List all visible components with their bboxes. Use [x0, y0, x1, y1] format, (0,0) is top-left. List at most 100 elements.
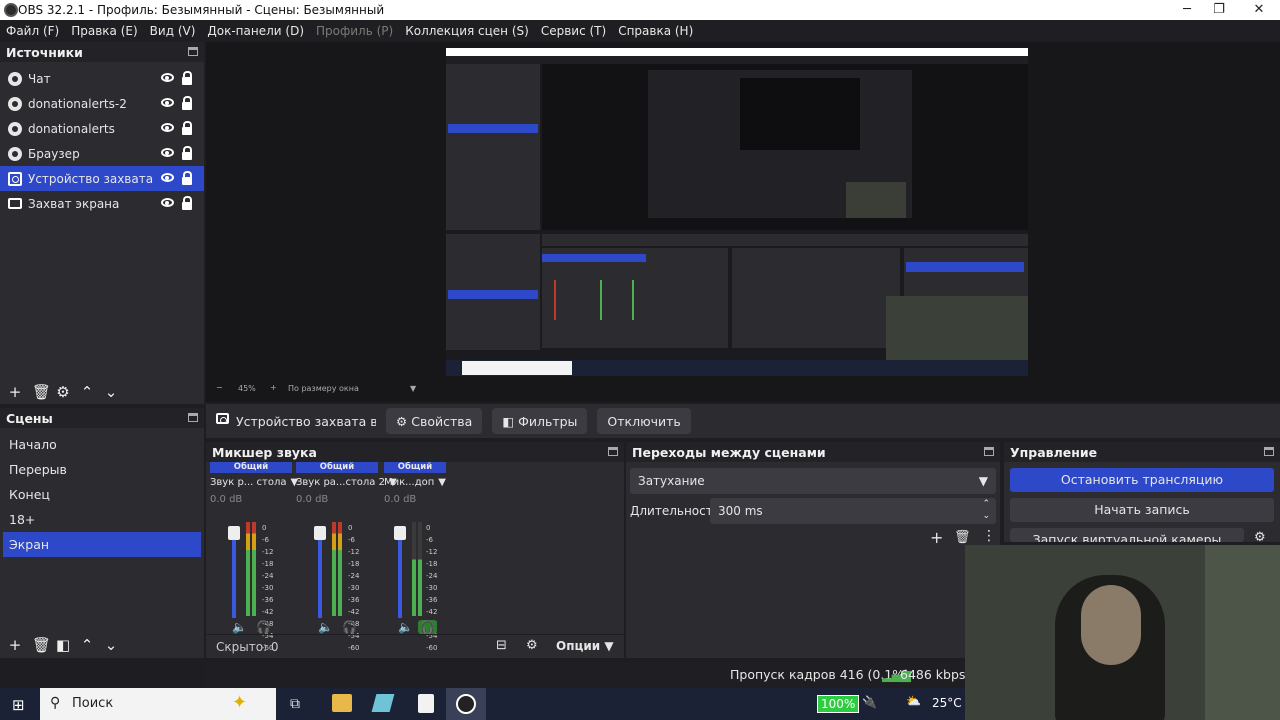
volume-slider[interactable] [314, 526, 326, 618]
lock-icon[interactable] [182, 121, 192, 135]
battery-indicator[interactable]: 100% [817, 695, 860, 713]
sources-title: Источники [0, 42, 204, 62]
zoom-bar: − 45% + По размеру окна ▼ [206, 380, 626, 398]
scene-item-end[interactable]: Конец [0, 482, 204, 507]
filter-icon[interactable]: ◧ [56, 638, 70, 653]
layout-icon[interactable]: ⊟ [496, 638, 507, 653]
source-item-browser[interactable]: Браузер [0, 141, 204, 166]
gear-icon[interactable]: ⚙ [526, 638, 538, 653]
speaker-icon[interactable]: 🔈 [232, 620, 247, 634]
zoom-in-button[interactable]: + [270, 383, 277, 392]
filters-button[interactable]: ◧ Фильтры [492, 408, 588, 434]
channel-name[interactable]: Звук ра...стола 2 ▼ [296, 477, 397, 488]
start-recording-button[interactable]: Начать запись [1010, 498, 1274, 522]
duration-input[interactable]: 300 ms ⌃ ⌄ [710, 498, 996, 524]
app-icon[interactable] [371, 694, 395, 712]
lock-icon[interactable] [182, 96, 192, 110]
move-down-icon[interactable]: ⌄ [104, 638, 118, 653]
volume-slider[interactable] [394, 526, 406, 618]
scene-item-start[interactable]: Начало [0, 432, 204, 457]
scene-item-break[interactable]: Перерыв [0, 457, 204, 482]
menu-view[interactable]: Вид (V) [150, 24, 196, 38]
lock-icon[interactable] [182, 71, 192, 85]
transitions-title: Переходы между сценами [626, 442, 1000, 462]
trash-icon[interactable]: 🗑 [32, 638, 51, 653]
globe-icon [8, 121, 22, 136]
more-icon[interactable]: ⋮ [982, 528, 996, 544]
windows-start-icon[interactable]: ⊞ [12, 696, 25, 714]
sources-toolbar: + 🗑 ⚙ ⌃ ⌄ [0, 380, 128, 404]
trash-icon[interactable]: 🗑 [32, 385, 51, 400]
chevron-down-icon[interactable]: ▼ [410, 384, 416, 393]
close-button[interactable]: ✕ [1240, 0, 1278, 20]
float-dock-icon[interactable] [608, 447, 618, 456]
eye-icon[interactable] [161, 173, 174, 182]
volume-meter [338, 522, 342, 616]
options-menu[interactable]: Опции ▼ [556, 639, 614, 653]
eye-icon[interactable] [161, 98, 174, 107]
speaker-icon[interactable]: 🔈 [398, 620, 413, 634]
float-dock-icon[interactable] [1264, 447, 1274, 456]
speaker-icon[interactable]: 🔈 [318, 620, 333, 634]
notepad-icon[interactable] [418, 694, 434, 713]
channel-name[interactable]: Мик...доп ▼ [384, 477, 466, 488]
scene-item-18plus[interactable]: 18+ [0, 507, 204, 532]
menu-help[interactable]: Справка (H) [618, 24, 693, 38]
volume-slider[interactable] [228, 526, 240, 618]
add-scene-icon[interactable]: + [8, 638, 22, 653]
volume-meter [412, 522, 416, 616]
stepper-up-icon[interactable]: ⌃ [982, 499, 990, 509]
lock-icon[interactable] [182, 146, 192, 160]
lock-icon[interactable] [182, 196, 192, 210]
add-source-icon[interactable]: + [8, 385, 22, 400]
move-down-icon[interactable]: ⌄ [104, 385, 118, 400]
source-item-chat[interactable]: Чат [0, 66, 204, 91]
eye-icon[interactable] [161, 123, 174, 132]
menu-edit[interactable]: Правка (E) [71, 24, 137, 38]
headphones-icon[interactable]: 🎧 [418, 620, 437, 634]
source-item-screen-capture[interactable]: Захват экрана [0, 191, 204, 216]
source-item-donationalerts[interactable]: donationalerts [0, 116, 204, 141]
gear-icon[interactable]: ⚙ [56, 385, 70, 400]
search-icon: ⚲ [50, 695, 61, 711]
trash-icon[interactable]: 🗑 [954, 530, 971, 545]
menu-tools[interactable]: Сервис (T) [541, 24, 606, 38]
scene-item-screen[interactable]: Экран [3, 532, 201, 557]
headphones-icon[interactable]: 🎧 [342, 620, 357, 634]
float-dock-icon[interactable] [188, 413, 198, 422]
menu-scene-collection[interactable]: Коллекция сцен (S) [405, 24, 529, 38]
gear-icon[interactable]: ⚙ [1254, 530, 1266, 545]
source-item-donationalerts-2[interactable]: donationalerts-2 [0, 91, 204, 116]
preview-canvas[interactable] [446, 48, 1028, 376]
volume-meter [332, 522, 336, 616]
obs-taskbar-button[interactable] [446, 688, 486, 720]
float-dock-icon[interactable] [984, 447, 994, 456]
task-view-icon[interactable]: ⧉ [290, 696, 300, 712]
source-item-video-capture[interactable]: Устройство захвата видео [0, 166, 204, 191]
eye-icon[interactable] [161, 148, 174, 157]
float-dock-icon[interactable] [188, 47, 198, 56]
stepper-down-icon[interactable]: ⌄ [982, 511, 990, 521]
hidden-count: Скрыто: 0 [216, 640, 279, 654]
headphones-icon[interactable]: 🎧 [256, 620, 271, 634]
stop-streaming-button[interactable]: Остановить трансляцию [1010, 468, 1274, 492]
menu-docks[interactable]: Док-панели (D) [207, 24, 304, 38]
maximize-button[interactable]: ❐ [1200, 0, 1238, 20]
eye-icon[interactable] [161, 73, 174, 82]
start-virtual-camera-button[interactable]: Запуск виртуальной камеры [1010, 528, 1244, 542]
weather-icon[interactable]: ⛅ [906, 694, 921, 708]
move-up-icon[interactable]: ⌃ [80, 638, 94, 653]
fit-mode-select[interactable]: По размеру окна [288, 384, 359, 393]
lock-icon[interactable] [182, 171, 192, 185]
add-transition-icon[interactable]: + [930, 528, 943, 547]
properties-button[interactable]: ⚙ Свойства [386, 408, 483, 434]
taskbar-search[interactable]: ⚲ Поиск ✦ [40, 688, 276, 720]
file-explorer-icon[interactable] [332, 694, 352, 712]
zoom-out-button[interactable]: − [216, 383, 223, 392]
menu-file[interactable]: Файл (F) [6, 24, 59, 38]
move-up-icon[interactable]: ⌃ [80, 385, 94, 400]
channel-name[interactable]: Звук р... стола ▼ [210, 477, 298, 488]
transition-select[interactable]: Затухание ▼ [630, 468, 996, 494]
eye-icon[interactable] [161, 198, 174, 207]
deactivate-button[interactable]: Отключить [597, 408, 691, 434]
